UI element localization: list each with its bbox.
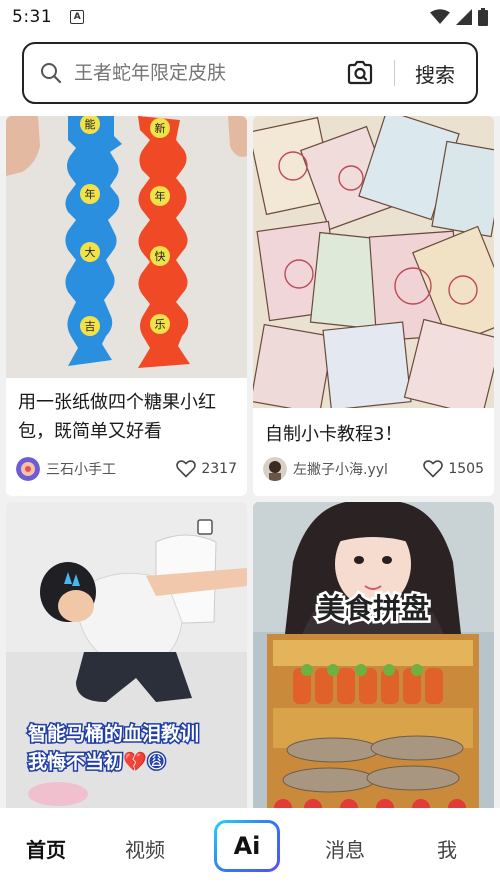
status-bar: 5:31 A [0,0,500,34]
candy-char: 大 [85,245,96,259]
card-image[interactable]: 能 年 大 吉 新 年 快 乐 [6,116,247,378]
feed-card[interactable]: 智能马桶的血泪教训 我悔不当初💔😩 [6,502,247,808]
candy-char: 年 [155,189,166,203]
search-area: 搜索 [0,34,500,116]
overlay-caption: 我悔不当初💔😩 [28,750,166,773]
card-image[interactable]: 智能马桶的血泪教训 我悔不当初💔😩 [6,502,247,808]
card-meta: 左撇子小海.yyl 1505 [263,456,484,482]
status-time: 5:31 [12,7,53,27]
like-count[interactable]: 1505 [423,460,484,478]
search-box[interactable]: 搜索 [22,42,478,104]
like-count[interactable]: 2317 [176,460,237,478]
feed-card[interactable]: 能 年 大 吉 新 年 快 乐 用一张纸做四个糖果小红包，既简单又好看 三石小手… [6,116,247,496]
like-count-value: 1505 [448,461,484,477]
app-notification-icon: A [70,10,85,24]
author-name[interactable]: 三石小手工 [46,459,116,479]
nav-home[interactable]: 首页 [26,834,66,863]
heart-icon [423,460,444,478]
card-image[interactable] [253,116,494,408]
battery-icon [478,8,488,26]
content-feed[interactable]: 能 年 大 吉 新 年 快 乐 用一张纸做四个糖果小红包，既简单又好看 三石小手… [0,116,500,808]
heart-icon [176,460,197,478]
candy-char: 快 [155,250,166,263]
candy-char: 年 [85,187,96,201]
ai-label: Ai [217,823,277,869]
search-divider [394,60,395,86]
card-meta: 三石小手工 2317 [16,456,237,482]
search-input[interactable] [74,62,324,84]
overlay-caption: 智能马桶的血泪教训 [28,722,199,745]
card-title[interactable]: 自制小卡教程3！ [265,420,484,449]
wifi-icon [430,9,450,24]
card-image[interactable]: 美食拼盘 [253,502,494,808]
card-title[interactable]: 用一张纸做四个糖果小红包，既简单又好看 [18,388,237,446]
candy-char: 乐 [155,318,166,331]
ai-button[interactable]: Ai [214,820,280,872]
feed-card[interactable]: 美食拼盘 [253,502,494,808]
candy-char: 吉 [85,320,96,333]
signal-icon [456,9,472,25]
nav-me[interactable]: 我 [437,834,457,863]
avatar[interactable] [16,457,40,481]
author-name[interactable]: 左撇子小海.yyl [293,459,388,479]
overlay-caption: 美食拼盘 [317,592,429,625]
candy-char: 新 [155,121,166,135]
avatar[interactable] [263,457,287,481]
bottom-navigation: 首页 视频 Ai 消息 我 [0,808,500,888]
camera-search-icon[interactable] [346,59,374,87]
search-button[interactable]: 搜索 [415,59,455,88]
nav-messages[interactable]: 消息 [325,834,365,863]
search-icon [40,62,62,84]
nav-video[interactable]: 视频 [125,834,165,863]
feed-card[interactable]: 自制小卡教程3！ 左撇子小海.yyl 1505 [253,116,494,496]
status-indicators [430,8,488,26]
like-count-value: 2317 [201,461,237,477]
candy-char: 能 [85,117,96,131]
